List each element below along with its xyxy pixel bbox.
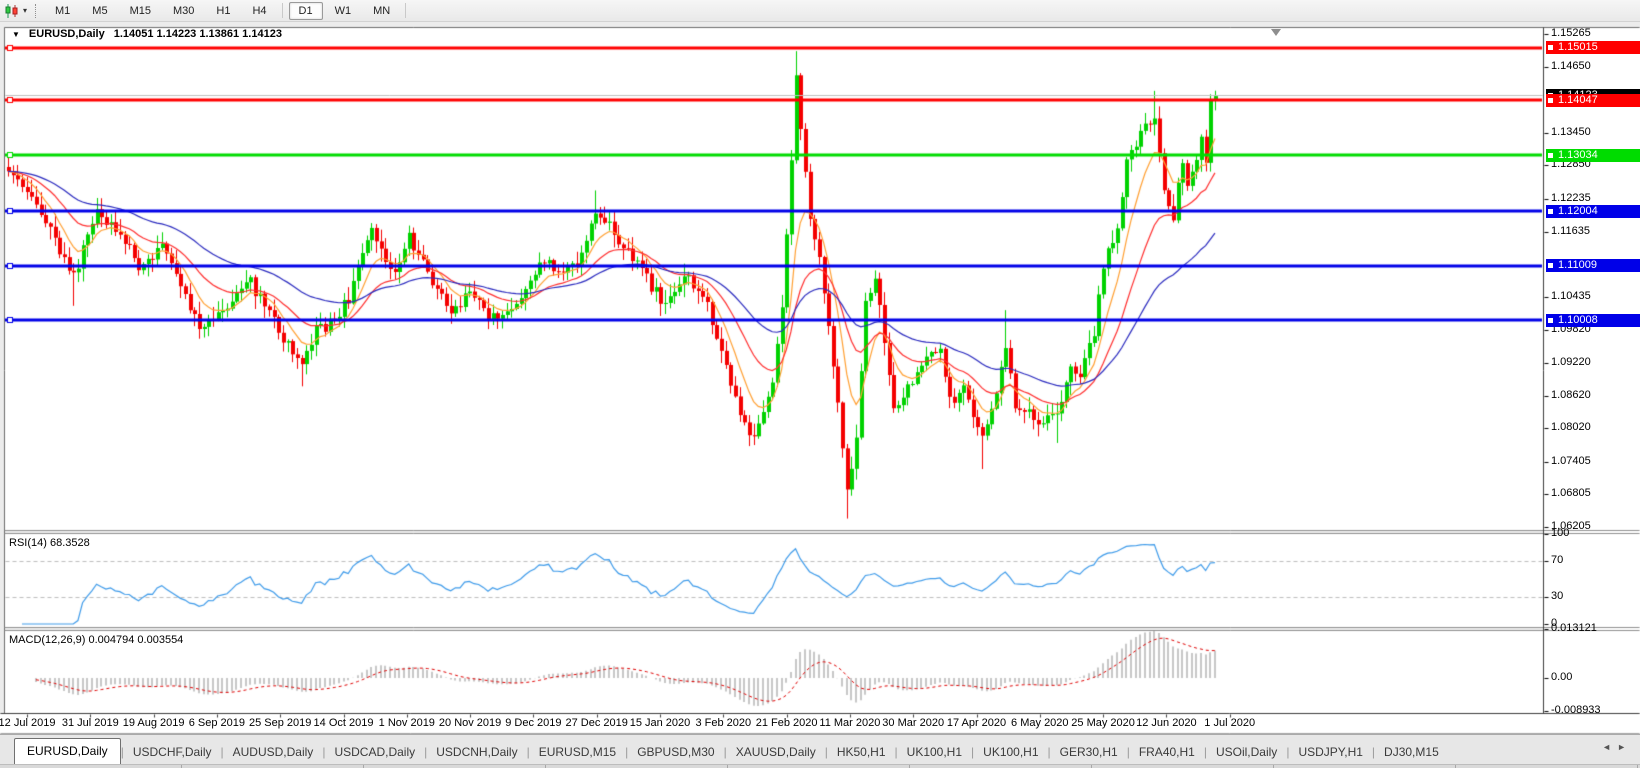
chart-tab-gbpusd-m30[interactable]: GBPUSD,M30 [628, 740, 723, 765]
price-axis-tick: 1.13450 [1551, 125, 1591, 138]
date-axis-label: 11 Mar 2020 [819, 717, 881, 729]
toolbar-separator [281, 3, 284, 18]
hline-price-label: 1.14047 [1546, 93, 1640, 107]
chart-title: ▼ EURUSD,Daily 1.14051 1.14223 1.13861 1… [12, 28, 282, 40]
date-axis-label: 21 Feb 2020 [755, 717, 818, 729]
chart-tab-bar: EURUSD,Daily | USDCHF,Daily | AUDUSD,Daily | U… [0, 734, 1640, 765]
price-axis-tick: 1.07405 [1551, 454, 1591, 467]
hline-price-label: 1.11009 [1546, 259, 1640, 273]
rsi-axis-tick: 70 [1551, 554, 1564, 566]
rsi-indicator-label: RSI(14) 68.3528 [9, 537, 90, 549]
date-axis-label: 3 Feb 2020 [695, 717, 752, 729]
price-axis-tick: 1.08020 [1551, 421, 1591, 434]
hline-price-label: 1.15015 [1546, 41, 1640, 55]
chart-symbol-label: EURUSD,Daily [28, 28, 105, 40]
price-axis-tick: 1.09220 [1551, 355, 1591, 368]
price-axis-tick: 1.11635 [1551, 224, 1590, 237]
timeframe-button-m15[interactable]: M15 [120, 2, 161, 20]
date-axis-label: 19 Aug 2019 [122, 717, 185, 729]
chart-tab-usdcnh-daily[interactable]: USDCNH,Daily [427, 740, 526, 765]
hline-price-label: 1.12004 [1546, 204, 1640, 218]
price-axis-tick: 1.12235 [1551, 191, 1591, 204]
timeframe-button-d1[interactable]: D1 [288, 1, 323, 20]
rsi-axis-tick: 100 [1551, 527, 1570, 539]
rsi-value: 68.3528 [49, 537, 90, 549]
date-axis-label: 14 Oct 2019 [313, 717, 374, 729]
date-axis-label: 25 Sep 2019 [248, 717, 312, 729]
chart-tab-uk100-h1[interactable]: UK100,H1 [898, 740, 971, 765]
macd-axis-tick: 0.013121 [1551, 622, 1597, 635]
macd-axis-tick: -0.008933 [1551, 704, 1601, 717]
date-axis-label: 12 Jul 2019 [0, 717, 56, 729]
timeframe-button-m5[interactable]: M5 [82, 2, 117, 20]
chart-menu-caret-icon[interactable]: ▼ [12, 30, 20, 39]
timeframe-button-mn[interactable]: MN [363, 2, 400, 20]
date-axis-label: 17 Apr 2020 [946, 717, 1007, 729]
toolbar-separator [405, 3, 407, 18]
chart-tab-uk100-h1[interactable]: UK100,H1 [974, 740, 1047, 765]
chart-tab-usdjpy-h1[interactable]: USDJPY,H1 [1289, 740, 1371, 765]
date-axis-label: 9 Dec 2019 [505, 717, 562, 729]
rsi-name: RSI(14) [9, 537, 47, 549]
macd-name: MACD(12,26,9) [9, 634, 86, 646]
chart-tab-hk50-h1[interactable]: HK50,H1 [828, 740, 895, 765]
timeframe-toolbar: ▾ M1 M5 M15 M30 H1 H4 D1 W1 MN [0, 0, 1640, 22]
tab-scroll-right-icon[interactable]: ► [1617, 742, 1632, 752]
tab-scroll-arrows: ◄► [1602, 742, 1632, 752]
chart-type-dropdown-icon[interactable]: ▾ [23, 6, 27, 15]
chart-tab-usdchf-daily[interactable]: USDCHF,Daily [124, 740, 221, 765]
chart-tab-eurusd-m15[interactable]: EURUSD,M15 [530, 740, 625, 765]
date-axis-label: 30 Mar 2020 [882, 717, 945, 729]
macd-axis-tick: 0.00 [1551, 671, 1573, 683]
chart-tab-dj30-m15[interactable]: DJ30,M15 [1375, 740, 1448, 765]
macd-indicator-label: MACD(12,26,9) 0.004794 0.003554 [9, 634, 183, 646]
date-axis-label: 15 Jan 2020 [629, 717, 691, 729]
chart-tab-usdcad-daily[interactable]: USDCAD,Daily [325, 740, 424, 765]
candlestick-chart-icon[interactable] [4, 3, 20, 18]
chart-tab-usoil-daily[interactable]: USOil,Daily [1207, 740, 1286, 765]
date-axis-label: 12 Jun 2020 [1136, 717, 1197, 729]
chart-tab-eurusd-daily[interactable]: EURUSD,Daily [14, 738, 121, 765]
timeframe-button-h1[interactable]: H1 [206, 2, 240, 20]
date-axis-label: 25 May 2020 [1071, 717, 1135, 729]
trading-app-window: ▾ M1 M5 M15 M30 H1 H4 D1 W1 MN ▼ EURUSD,Daily 1.… [0, 0, 1640, 768]
date-axis-label: 27 Dec 2019 [565, 717, 628, 729]
rsi-axis-tick: 30 [1551, 590, 1564, 602]
date-axis-label: 1 Nov 2019 [378, 717, 435, 729]
date-axis-label: 6 May 2020 [1011, 717, 1069, 729]
date-axis-label: 31 Jul 2019 [61, 717, 119, 729]
window-bottom-strip [0, 764, 1640, 768]
date-axis-label: 20 Nov 2019 [438, 717, 502, 729]
tab-scroll-left-icon[interactable]: ◄ [1602, 742, 1617, 752]
timeframe-button-m1[interactable]: M1 [45, 2, 80, 20]
price-axis-tick: 1.15265 [1551, 27, 1591, 39]
price-axis-tick: 1.06805 [1551, 487, 1591, 500]
macd-values: 0.004794 0.003554 [88, 634, 184, 646]
chart-tab-fra40-h1[interactable]: FRA40,H1 [1130, 740, 1204, 765]
timeframe-button-h4[interactable]: H4 [242, 2, 276, 20]
chart-tab-xauusd-daily[interactable]: XAUUSD,Daily [727, 740, 825, 765]
timeframe-button-w1[interactable]: W1 [325, 2, 362, 20]
hline-price-label: 1.10008 [1546, 313, 1640, 327]
date-axis-label: 1 Jul 2020 [1204, 717, 1256, 729]
axis-label-overlay: 1.15265 1.14650 1.13450 1.12850 1.12235 1.116… [0, 0, 1640, 768]
chart-tab-audusd-daily[interactable]: AUDUSD,Daily [224, 740, 323, 765]
price-axis-tick: 1.14650 [1551, 60, 1591, 73]
hline-price-label: 1.13034 [1546, 148, 1640, 162]
toolbar-grip [35, 3, 37, 18]
price-axis-tick: 1.08620 [1551, 388, 1591, 401]
timeframe-button-m30[interactable]: M30 [163, 2, 204, 20]
date-axis-label: 6 Sep 2019 [188, 717, 246, 729]
chart-tab-ger30-h1[interactable]: GER30,H1 [1051, 740, 1127, 765]
timeframe-buttons: M1 M5 M15 M30 H1 H4 D1 W1 MN [44, 1, 411, 20]
chart-ohlc-values: 1.14051 1.14223 1.13861 1.14123 [113, 28, 282, 40]
price-axis-tick: 1.10435 [1551, 289, 1591, 302]
